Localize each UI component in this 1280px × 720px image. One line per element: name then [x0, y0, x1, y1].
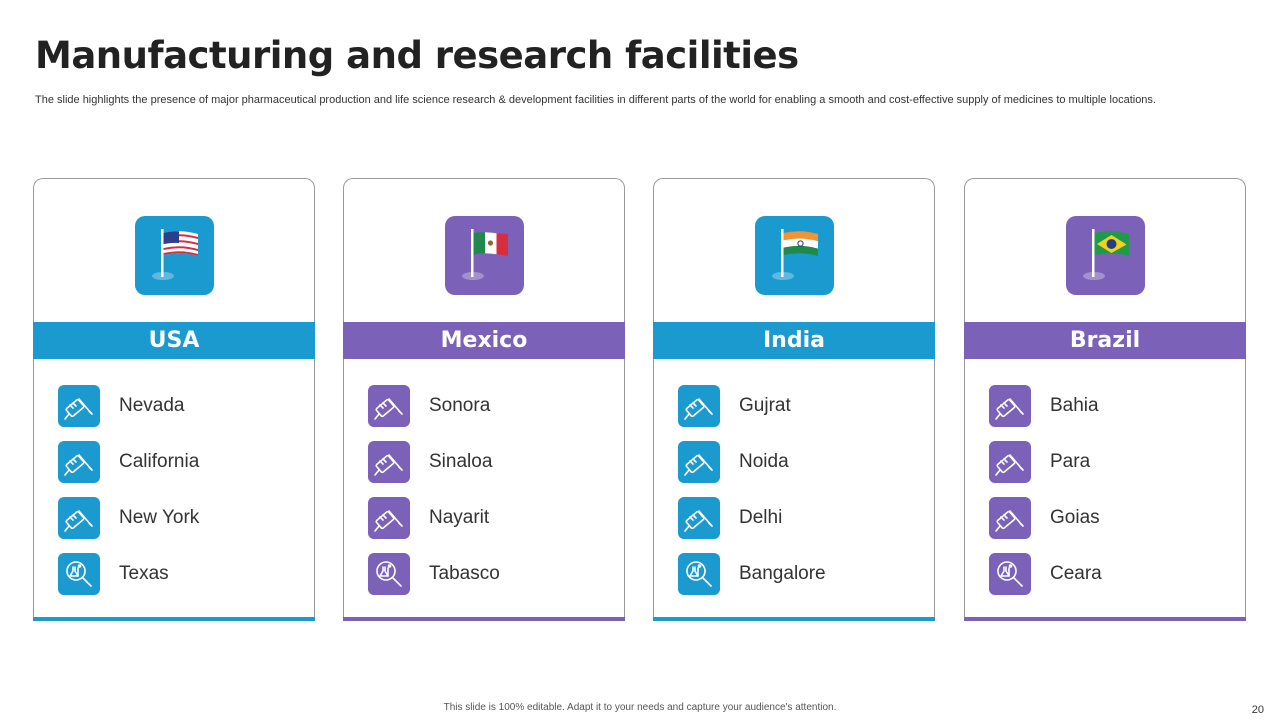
- manufacturing-icon: [58, 497, 100, 539]
- list-item: Nayarit: [368, 497, 608, 539]
- location-label: Goias: [1050, 507, 1100, 528]
- manufacturing-icon: [368, 385, 410, 427]
- list-item: Texas: [58, 553, 298, 595]
- mexico-flag-icon: [445, 216, 524, 295]
- india-flag-icon: [755, 216, 834, 295]
- country-card-india: India Gujrat Noida Delhi Bangalore: [653, 178, 935, 621]
- manufacturing-icon: [58, 441, 100, 483]
- location-label: Sonora: [429, 395, 491, 416]
- country-card-mexico: Mexico Sonora Sinaloa Nayarit Tabasco: [343, 178, 625, 621]
- list-item: New York: [58, 497, 298, 539]
- location-label: Para: [1050, 451, 1091, 472]
- manufacturing-icon: [678, 441, 720, 483]
- manufacturing-icon: [989, 497, 1031, 539]
- location-label: California: [119, 451, 200, 472]
- list-item: Para: [989, 441, 1229, 483]
- country-card-brazil: Brazil Bahia Para Goias Ceara: [964, 178, 1246, 621]
- list-item: Sinaloa: [368, 441, 608, 483]
- research-icon: [368, 553, 410, 595]
- manufacturing-icon: [368, 497, 410, 539]
- card-bottom-bar: [33, 617, 315, 621]
- location-label: Bangalore: [739, 563, 826, 584]
- list-item: Sonora: [368, 385, 608, 427]
- list-item: Bahia: [989, 385, 1229, 427]
- location-label: New York: [119, 507, 200, 528]
- location-label: Noida: [739, 451, 789, 472]
- manufacturing-icon: [368, 441, 410, 483]
- country-banner: Mexico: [343, 322, 625, 359]
- list-item: Tabasco: [368, 553, 608, 595]
- research-icon: [989, 553, 1031, 595]
- manufacturing-icon: [58, 385, 100, 427]
- list-item: Goias: [989, 497, 1229, 539]
- page-number: 20: [1251, 704, 1264, 716]
- list-item: Delhi: [678, 497, 918, 539]
- card-bottom-bar: [653, 617, 935, 621]
- page-subtitle: The slide highlights the presence of maj…: [35, 94, 1156, 106]
- country-banner: India: [653, 322, 935, 359]
- research-icon: [678, 553, 720, 595]
- card-bottom-bar: [343, 617, 625, 621]
- location-label: Gujrat: [739, 395, 791, 416]
- page-title: Manufacturing and research facilities: [35, 34, 799, 77]
- location-label: Nayarit: [429, 507, 490, 528]
- manufacturing-icon: [989, 441, 1031, 483]
- manufacturing-icon: [678, 497, 720, 539]
- location-label: Ceara: [1050, 563, 1102, 584]
- list-item: Ceara: [989, 553, 1229, 595]
- list-item: Nevada: [58, 385, 298, 427]
- location-label: Bahia: [1050, 395, 1099, 416]
- country-card-usa: USA Nevada California New York Texas: [33, 178, 315, 621]
- list-item: Bangalore: [678, 553, 918, 595]
- country-banner: USA: [33, 322, 315, 359]
- manufacturing-icon: [678, 385, 720, 427]
- list-item: California: [58, 441, 298, 483]
- location-label: Texas: [119, 563, 169, 584]
- list-item: Gujrat: [678, 385, 918, 427]
- usa-flag-icon: [135, 216, 214, 295]
- brazil-flag-icon: [1066, 216, 1145, 295]
- card-bottom-bar: [964, 617, 1246, 621]
- country-banner: Brazil: [964, 322, 1246, 359]
- location-label: Tabasco: [429, 563, 500, 584]
- location-label: Sinaloa: [429, 451, 493, 472]
- location-label: Nevada: [119, 395, 185, 416]
- location-label: Delhi: [739, 507, 783, 528]
- research-icon: [58, 553, 100, 595]
- footer-note: This slide is 100% editable. Adapt it to…: [443, 702, 837, 713]
- manufacturing-icon: [989, 385, 1031, 427]
- list-item: Noida: [678, 441, 918, 483]
